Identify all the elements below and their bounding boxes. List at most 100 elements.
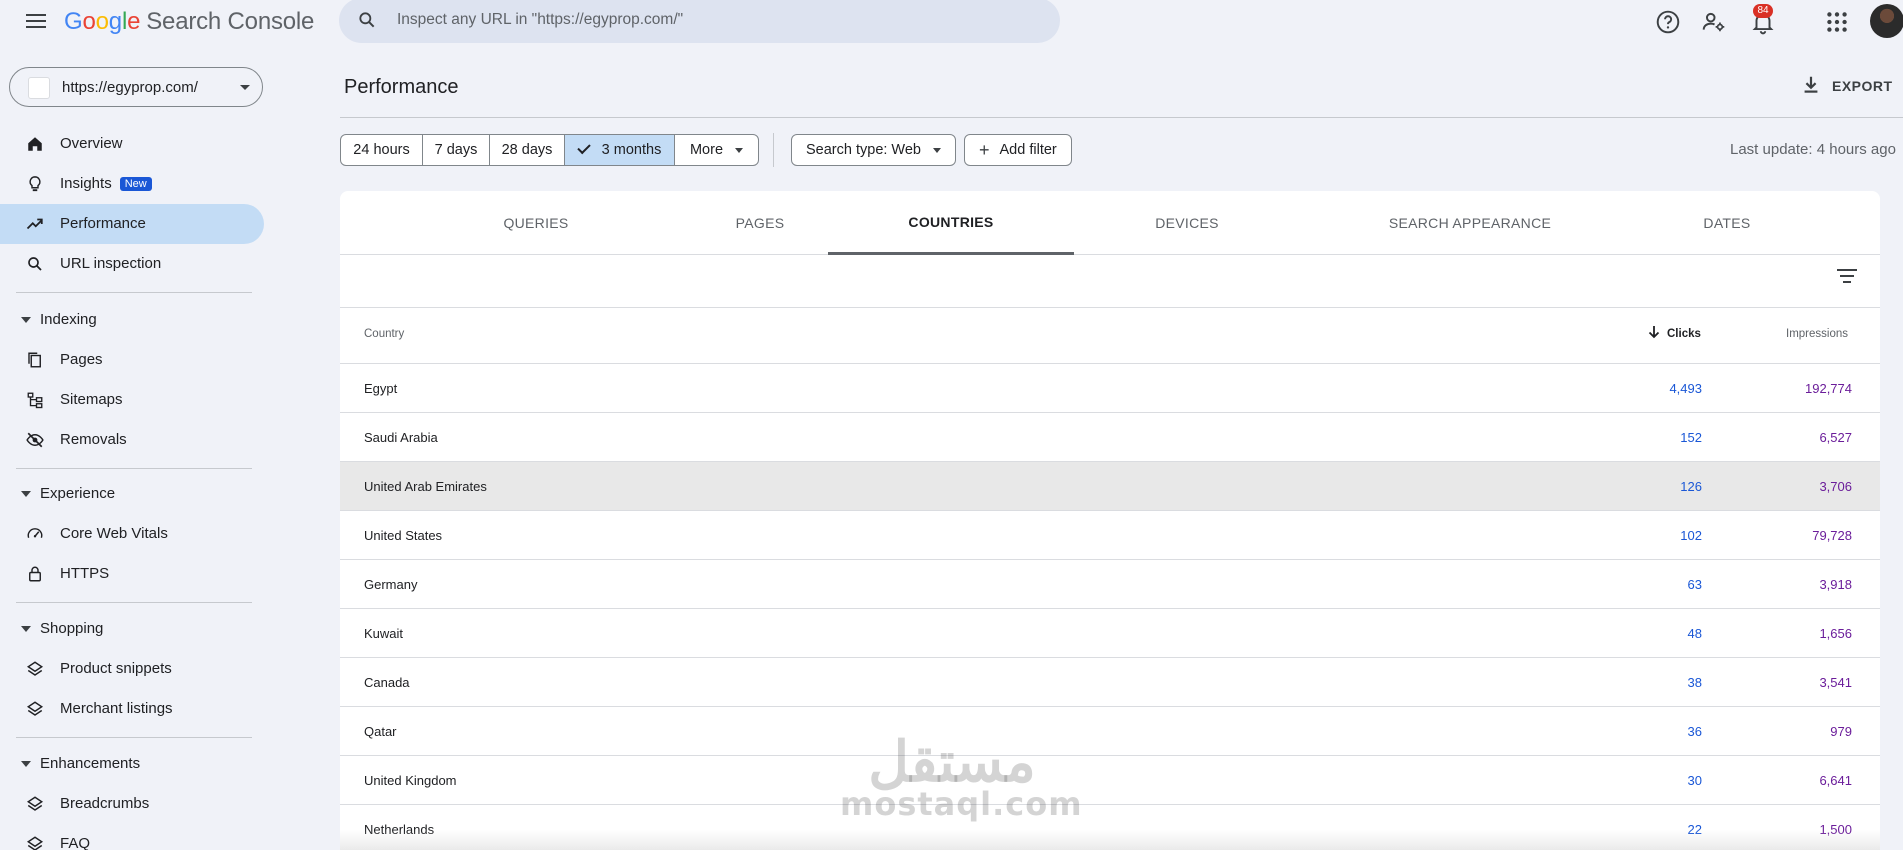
sidebar-item-overview[interactable]: Overview <box>0 124 264 164</box>
table-row[interactable]: Saudi Arabia 152 6,527 <box>340 412 1880 461</box>
table-row[interactable]: United States 102 79,728 <box>340 510 1880 559</box>
main-menu-icon[interactable] <box>22 10 50 34</box>
sidebar-item-pages[interactable]: Pages <box>0 340 264 380</box>
clicks-cell: 36 <box>1687 724 1702 739</box>
impressions-cell: 3,541 <box>1819 675 1852 690</box>
country-cell: United Arab Emirates <box>364 479 487 494</box>
product-name: Search Console <box>146 8 315 35</box>
country-cell: Qatar <box>364 724 397 739</box>
search-console-logo[interactable]: Google Search Console <box>64 8 314 36</box>
property-selector[interactable]: https://egyprop.com/ <box>9 67 263 107</box>
table-row[interactable]: Germany 63 3,918 <box>340 559 1880 608</box>
column-header-clicks[interactable]: Clicks <box>1667 328 1701 340</box>
add-filter-button[interactable]: + Add filter <box>964 134 1072 166</box>
section-indexing[interactable]: Indexing <box>0 302 264 338</box>
range-24-hours[interactable]: 24 hours <box>340 134 423 166</box>
impressions-cell: 6,527 <box>1819 430 1852 445</box>
table-row[interactable]: United Kingdom 30 6,641 <box>340 755 1880 804</box>
sidebar-divider <box>16 292 252 293</box>
layers-icon <box>26 661 44 676</box>
filter-rows-icon[interactable] <box>1835 269 1859 289</box>
range-3-months[interactable]: 3 months <box>564 134 675 166</box>
tab-search-appearance[interactable]: SEARCH APPEARANCE <box>1330 191 1610 255</box>
notification-count-badge: 84 <box>1753 4 1773 18</box>
table-toolbar-divider <box>340 307 1880 308</box>
lightbulb-icon <box>29 176 41 192</box>
clicks-cell: 22 <box>1687 822 1702 837</box>
collapse-triangle-icon <box>21 761 31 767</box>
column-header-impressions[interactable]: Impressions <box>1786 328 1848 340</box>
dimension-tabs: QUERIES PAGES COUNTRIES DEVICES SEARCH A… <box>340 191 1880 255</box>
help-icon[interactable] <box>1655 9 1681 35</box>
layers-icon <box>26 796 44 811</box>
top-app-bar: GoogleSearch Console 84 <box>0 0 1903 44</box>
property-url: https://egyprop.com/ <box>62 79 198 96</box>
search-type-filter[interactable]: Search type: Web <box>791 134 956 166</box>
section-shopping[interactable]: Shopping <box>0 611 264 647</box>
sidebar-item-core-web-vitals[interactable]: Core Web Vitals <box>0 514 264 554</box>
sidebar-item-url-inspection[interactable]: URL inspection <box>0 244 264 284</box>
collapse-triangle-icon <box>21 491 31 497</box>
range-28-days[interactable]: 28 days <box>489 134 565 166</box>
table-row[interactable]: Canada 38 3,541 <box>340 657 1880 706</box>
pages-icon <box>28 352 41 368</box>
search-icon <box>28 257 42 271</box>
new-badge: New <box>119 177 152 191</box>
range-7-days[interactable]: 7 days <box>422 134 490 166</box>
export-button[interactable]: EXPORT <box>1800 72 1900 98</box>
impressions-cell: 1,656 <box>1819 626 1852 641</box>
sidebar-item-insights[interactable]: Insights New <box>0 164 264 204</box>
tab-queries[interactable]: QUERIES <box>436 191 636 255</box>
chevron-down-icon <box>240 85 250 90</box>
url-inspect-search[interactable] <box>339 0 1060 43</box>
sidebar-item-merchant-listings[interactable]: Merchant listings <box>0 689 264 729</box>
section-experience[interactable]: Experience <box>0 476 264 512</box>
sidebar-item-sitemaps[interactable]: Sitemaps <box>0 380 264 420</box>
country-cell: Egypt <box>364 381 398 396</box>
lock-icon <box>29 566 41 582</box>
table-row[interactable]: Egypt 4,493 192,774 <box>340 363 1880 412</box>
clicks-cell: 48 <box>1687 626 1702 641</box>
impressions-cell: 3,918 <box>1819 577 1852 592</box>
country-cell: United Kingdom <box>364 773 457 788</box>
table-row[interactable]: Kuwait 48 1,656 <box>340 608 1880 657</box>
sidebar-item-product-snippets[interactable]: Product snippets <box>0 649 264 689</box>
impressions-cell: 192,774 <box>1805 381 1852 396</box>
range-more-dropdown[interactable]: More <box>674 134 759 166</box>
sidebar-item-performance[interactable]: Performance <box>0 204 264 244</box>
manage-users-icon[interactable] <box>1701 9 1727 35</box>
filter-separator <box>773 133 774 167</box>
country-cell: Netherlands <box>364 822 435 837</box>
tab-dates[interactable]: DATES <box>1627 191 1827 255</box>
clicks-cell: 4,493 <box>1669 381 1702 396</box>
tab-devices[interactable]: DEVICES <box>1087 191 1287 255</box>
impressions-cell: 79,728 <box>1812 528 1852 543</box>
table-row[interactable]: United Arab Emirates 126 3,706 <box>340 461 1880 510</box>
table-row[interactable]: Netherlands 22 1,500 <box>340 804 1880 850</box>
collapse-triangle-icon <box>21 626 31 632</box>
clicks-cell: 126 <box>1680 479 1702 494</box>
sidebar-item-removals[interactable]: Removals <box>0 420 264 460</box>
sidebar-divider <box>16 737 252 738</box>
sort-descending-arrow-icon <box>1648 326 1660 339</box>
layers-icon <box>26 701 44 716</box>
table-row[interactable]: Qatar 36 979 <box>340 706 1880 755</box>
account-avatar[interactable] <box>1870 4 1903 38</box>
country-cell: Kuwait <box>364 626 404 641</box>
url-inspect-input[interactable] <box>397 7 1037 33</box>
apps-grid-icon[interactable] <box>1824 9 1850 35</box>
tab-countries[interactable]: COUNTRIES <box>828 191 1074 255</box>
sidebar-item-https[interactable]: HTTPS <box>0 554 264 594</box>
country-cell: Canada <box>364 675 410 690</box>
property-favicon <box>28 77 50 99</box>
section-enhancements[interactable]: Enhancements <box>0 746 264 782</box>
trending-up-icon <box>26 218 43 230</box>
sidebar-item-faq[interactable]: FAQ <box>0 824 264 850</box>
sidebar-item-label: Insights <box>60 175 112 192</box>
country-cell: Germany <box>364 577 418 592</box>
column-header-country[interactable]: Country <box>364 328 404 340</box>
sidebar-item-breadcrumbs[interactable]: Breadcrumbs <box>0 784 264 824</box>
sitemap-icon <box>27 392 43 409</box>
clicks-cell: 152 <box>1680 430 1702 445</box>
page-title: Performance <box>344 76 459 98</box>
